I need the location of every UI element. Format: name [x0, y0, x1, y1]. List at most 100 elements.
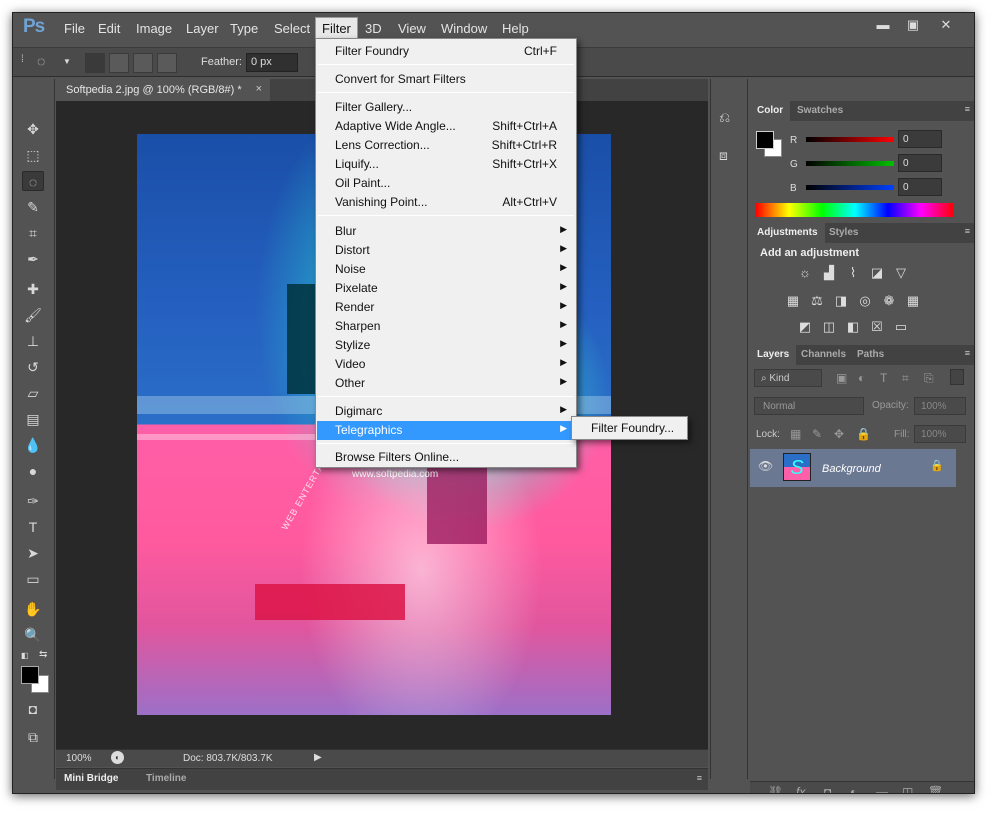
- zoom-tool-icon[interactable]: 🔍: [22, 625, 44, 645]
- menu-view[interactable]: View: [398, 21, 426, 36]
- tab-swatches[interactable]: Swatches: [790, 101, 850, 121]
- menu-image[interactable]: Image: [136, 21, 172, 36]
- menu-item-pixelate[interactable]: Pixelate ▶: [317, 279, 575, 298]
- opacity-input[interactable]: 100%: [914, 397, 966, 415]
- lasso-tool-icon[interactable]: ◌: [22, 171, 44, 191]
- vibrance-icon[interactable]: ▽: [892, 265, 910, 281]
- menu-item-distort[interactable]: Distort ▶: [317, 241, 575, 260]
- filter-adjustment-icon[interactable]: ◐: [858, 371, 865, 385]
- brightness-contrast-icon[interactable]: ☼: [796, 265, 814, 281]
- menu-type[interactable]: Type: [230, 21, 258, 36]
- menu-item-other[interactable]: Other ▶: [317, 374, 575, 393]
- pen-tool-icon[interactable]: ✑: [22, 491, 44, 511]
- red-track[interactable]: [806, 137, 894, 142]
- menu-help[interactable]: Help: [502, 21, 529, 36]
- filter-shape-icon[interactable]: ⌗: [902, 371, 909, 386]
- green-track[interactable]: [806, 161, 894, 166]
- color-spectrum-bar[interactable]: [756, 203, 954, 217]
- lock-all-icon[interactable]: 🔒: [856, 427, 871, 441]
- gradient-tool-icon[interactable]: ▤: [22, 409, 44, 429]
- menu-item-convert-smart-filters[interactable]: Convert for Smart Filters: [317, 70, 575, 89]
- blur-tool-icon[interactable]: 💧: [22, 435, 44, 455]
- eraser-tool-icon[interactable]: ▱: [22, 383, 44, 403]
- rectangle-tool-icon[interactable]: ▭: [22, 569, 44, 589]
- menu-item-noise[interactable]: Noise ▶: [317, 260, 575, 279]
- menu-item-filter-gallery[interactable]: Filter Gallery...: [317, 98, 575, 117]
- red-slider[interactable]: R 0: [790, 130, 974, 153]
- layer-filter-toggle[interactable]: [950, 369, 964, 385]
- invert-icon[interactable]: ◩: [796, 319, 814, 335]
- blend-mode-select[interactable]: Normal: [754, 397, 864, 415]
- intersect-selection-icon[interactable]: [157, 53, 177, 73]
- document-tab[interactable]: Softpedia 2.jpg @ 100% (RGB/8#) * ×: [56, 79, 270, 101]
- menu-3d[interactable]: 3D: [365, 21, 382, 36]
- foreground-color-swatch[interactable]: [756, 131, 774, 149]
- path-selection-tool-icon[interactable]: ➤: [22, 543, 44, 563]
- menu-item-video[interactable]: Video ▶: [317, 355, 575, 374]
- lock-transparency-icon[interactable]: ▦: [790, 427, 801, 441]
- add-mask-icon[interactable]: ◘: [824, 785, 831, 793]
- panel-menu-icon[interactable]: ≡: [697, 773, 702, 783]
- hue-saturation-icon[interactable]: ▦: [784, 293, 802, 309]
- panel-menu-icon[interactable]: ≡: [965, 104, 970, 114]
- menu-item-render[interactable]: Render ▶: [317, 298, 575, 317]
- new-group-icon[interactable]: ▬: [876, 785, 888, 793]
- tab-mini-bridge[interactable]: Mini Bridge: [64, 773, 118, 784]
- zoom-level[interactable]: 100%: [66, 753, 92, 764]
- tab-paths[interactable]: Paths: [850, 345, 891, 365]
- menu-item-digimarc[interactable]: Digimarc ▶: [317, 402, 575, 421]
- quick-selection-tool-icon[interactable]: ✎: [22, 197, 44, 217]
- menu-item-filter-foundry[interactable]: Filter Foundry Ctrl+F: [317, 42, 575, 61]
- curves-icon[interactable]: ⌇: [844, 265, 862, 281]
- lock-position-icon[interactable]: ✥: [834, 427, 844, 441]
- red-value[interactable]: 0: [898, 130, 942, 148]
- status-info-icon[interactable]: ◐: [111, 751, 124, 764]
- healing-brush-tool-icon[interactable]: ✚: [22, 279, 44, 299]
- brush-tool-icon[interactable]: 🖌: [22, 305, 44, 325]
- add-selection-icon[interactable]: [109, 53, 129, 73]
- menu-window[interactable]: Window: [441, 21, 487, 36]
- layer-name[interactable]: Background: [822, 463, 881, 475]
- blue-track[interactable]: [806, 185, 894, 190]
- marquee-tool-icon[interactable]: ⬚: [22, 145, 44, 165]
- panel-menu-icon[interactable]: ≡: [965, 226, 970, 236]
- menu-item-oil-paint[interactable]: Oil Paint...: [317, 174, 575, 193]
- swap-colors-icon[interactable]: ⇆: [39, 649, 47, 660]
- levels-icon[interactable]: ▟: [820, 265, 838, 281]
- blue-slider[interactable]: B 0: [790, 178, 974, 201]
- menu-item-vanishing-point[interactable]: Vanishing Point... Alt+Ctrl+V: [317, 193, 575, 212]
- hand-tool-icon[interactable]: ✋: [22, 599, 44, 619]
- color-lookup-icon[interactable]: ▦: [904, 293, 922, 309]
- move-tool-icon[interactable]: ✥: [22, 119, 44, 139]
- exposure-icon[interactable]: ◪: [868, 265, 886, 281]
- crop-tool-icon[interactable]: ⌗: [22, 223, 44, 243]
- menu-select[interactable]: Select: [274, 21, 310, 36]
- tab-layers[interactable]: Layers: [750, 345, 797, 365]
- menu-layer[interactable]: Layer: [186, 21, 219, 36]
- feather-input[interactable]: 0 px: [246, 53, 298, 72]
- menu-item-sharpen[interactable]: Sharpen ▶: [317, 317, 575, 336]
- gradient-map-icon[interactable]: ▭: [892, 319, 910, 335]
- tab-adjustments[interactable]: Adjustments: [750, 223, 825, 243]
- photo-filter-icon[interactable]: ◎: [856, 293, 874, 309]
- panel-menu-icon[interactable]: ≡: [965, 348, 970, 358]
- new-selection-icon[interactable]: [85, 53, 105, 73]
- posterize-icon[interactable]: ◫: [820, 319, 838, 335]
- screen-mode-icon[interactable]: ⧉: [22, 727, 44, 747]
- subtract-selection-icon[interactable]: [133, 53, 153, 73]
- tab-styles[interactable]: Styles: [822, 223, 865, 243]
- new-layer-icon[interactable]: ◫: [902, 785, 913, 793]
- minimize-button[interactable]: ▬: [868, 17, 898, 35]
- layer-row-background[interactable]: 👁 S Background 🔒: [750, 449, 956, 487]
- properties-panel-icon[interactable]: ⧈: [719, 147, 728, 164]
- default-colors-icon[interactable]: ◧: [21, 651, 31, 660]
- menu-item-browse-filters-online[interactable]: Browse Filters Online...: [317, 448, 575, 467]
- layer-style-icon[interactable]: fx: [796, 785, 805, 793]
- menu-file[interactable]: File: [64, 21, 85, 36]
- maximize-button[interactable]: ▣: [898, 17, 928, 35]
- lock-image-icon[interactable]: ✎: [812, 427, 822, 441]
- foreground-color-swatch[interactable]: [21, 666, 39, 684]
- clone-stamp-tool-icon[interactable]: ⊥: [22, 331, 44, 351]
- channel-mixer-icon[interactable]: ❁: [880, 293, 898, 309]
- menu-item-blur[interactable]: Blur ▶: [317, 222, 575, 241]
